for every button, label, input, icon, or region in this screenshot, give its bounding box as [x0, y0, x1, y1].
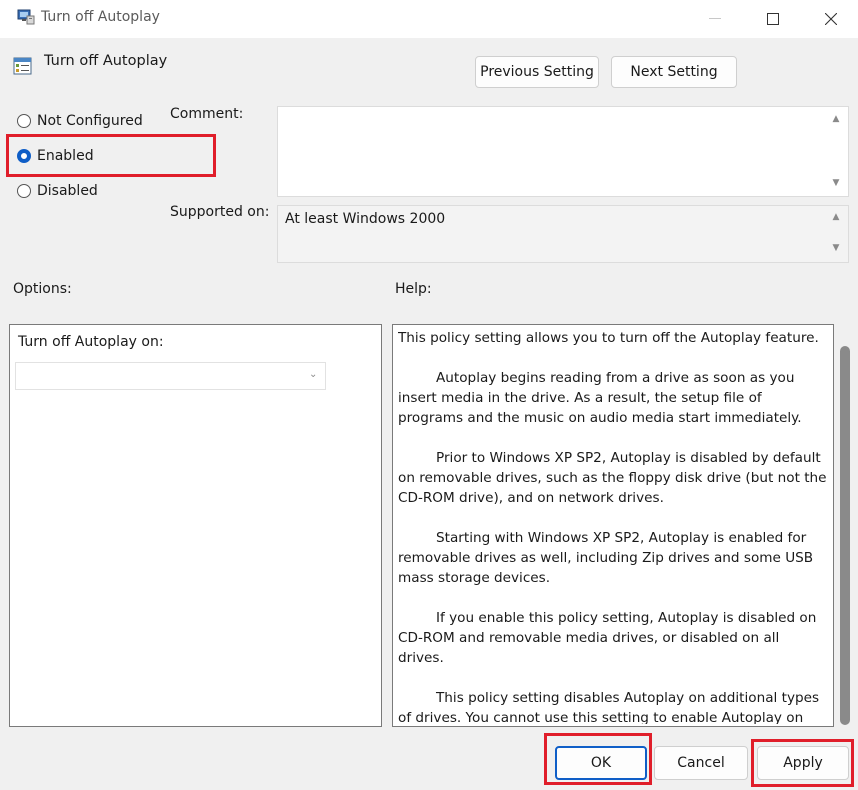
help-paragraph: This policy setting allows you to turn o… [398, 330, 819, 346]
enabled-highlight-box [6, 134, 216, 177]
scroll-up-icon[interactable]: ▲ [829, 212, 843, 222]
policy-setting-icon [13, 56, 33, 76]
help-paragraph: If you enable this policy setting, Autop… [398, 610, 817, 666]
supported-on-value: At least Windows 2000 [285, 211, 446, 227]
help-paragraph: This policy setting disables Autoplay on… [398, 690, 820, 724]
apply-highlight-box [751, 739, 854, 787]
help-paragraph: Prior to Windows XP SP2, Autoplay is dis… [398, 450, 827, 506]
help-label: Help: [395, 281, 432, 297]
help-paragraph: Autoplay begins reading from a drive as … [398, 370, 802, 426]
group-policy-icon [17, 9, 35, 25]
close-button[interactable] [808, 0, 854, 38]
comment-textarea[interactable] [277, 106, 849, 197]
scroll-down-icon[interactable]: ▼ [829, 178, 843, 188]
chevron-down-icon[interactable]: ⌄ [309, 369, 317, 380]
scroll-down-icon[interactable]: ▼ [829, 243, 843, 253]
supported-on-label: Supported on: [170, 204, 270, 220]
scroll-up-icon[interactable]: ▲ [829, 114, 843, 124]
maximize-button[interactable] [750, 0, 796, 38]
radio-label: Not Configured [37, 113, 143, 129]
previous-setting-button[interactable]: Previous Setting [475, 56, 599, 88]
radio-label: Disabled [37, 183, 98, 199]
help-text: This policy setting allows you to turn o… [398, 328, 828, 724]
close-icon [825, 13, 837, 25]
radio-not-configured[interactable]: Not Configured [17, 110, 143, 132]
setting-name: Turn off Autoplay [44, 53, 168, 69]
comment-label: Comment: [170, 106, 244, 122]
autoplay-on-dropdown[interactable] [15, 362, 326, 390]
next-setting-button[interactable]: Next Setting [611, 56, 737, 88]
cancel-button[interactable]: Cancel [654, 746, 748, 780]
minimize-icon [709, 18, 721, 19]
radio-circle[interactable] [17, 184, 31, 198]
autoplay-on-label: Turn off Autoplay on: [18, 334, 164, 350]
window-title: Turn off Autoplay [41, 9, 160, 25]
radio-disabled[interactable]: Disabled [17, 180, 98, 202]
ok-highlight-box [544, 733, 652, 785]
radio-circle[interactable] [17, 114, 31, 128]
minimize-button[interactable] [692, 0, 738, 38]
help-paragraph: Starting with Windows XP SP2, Autoplay i… [398, 530, 814, 586]
maximize-icon [767, 13, 779, 25]
help-scrollbar-thumb[interactable] [840, 346, 850, 725]
options-label: Options: [13, 281, 72, 297]
